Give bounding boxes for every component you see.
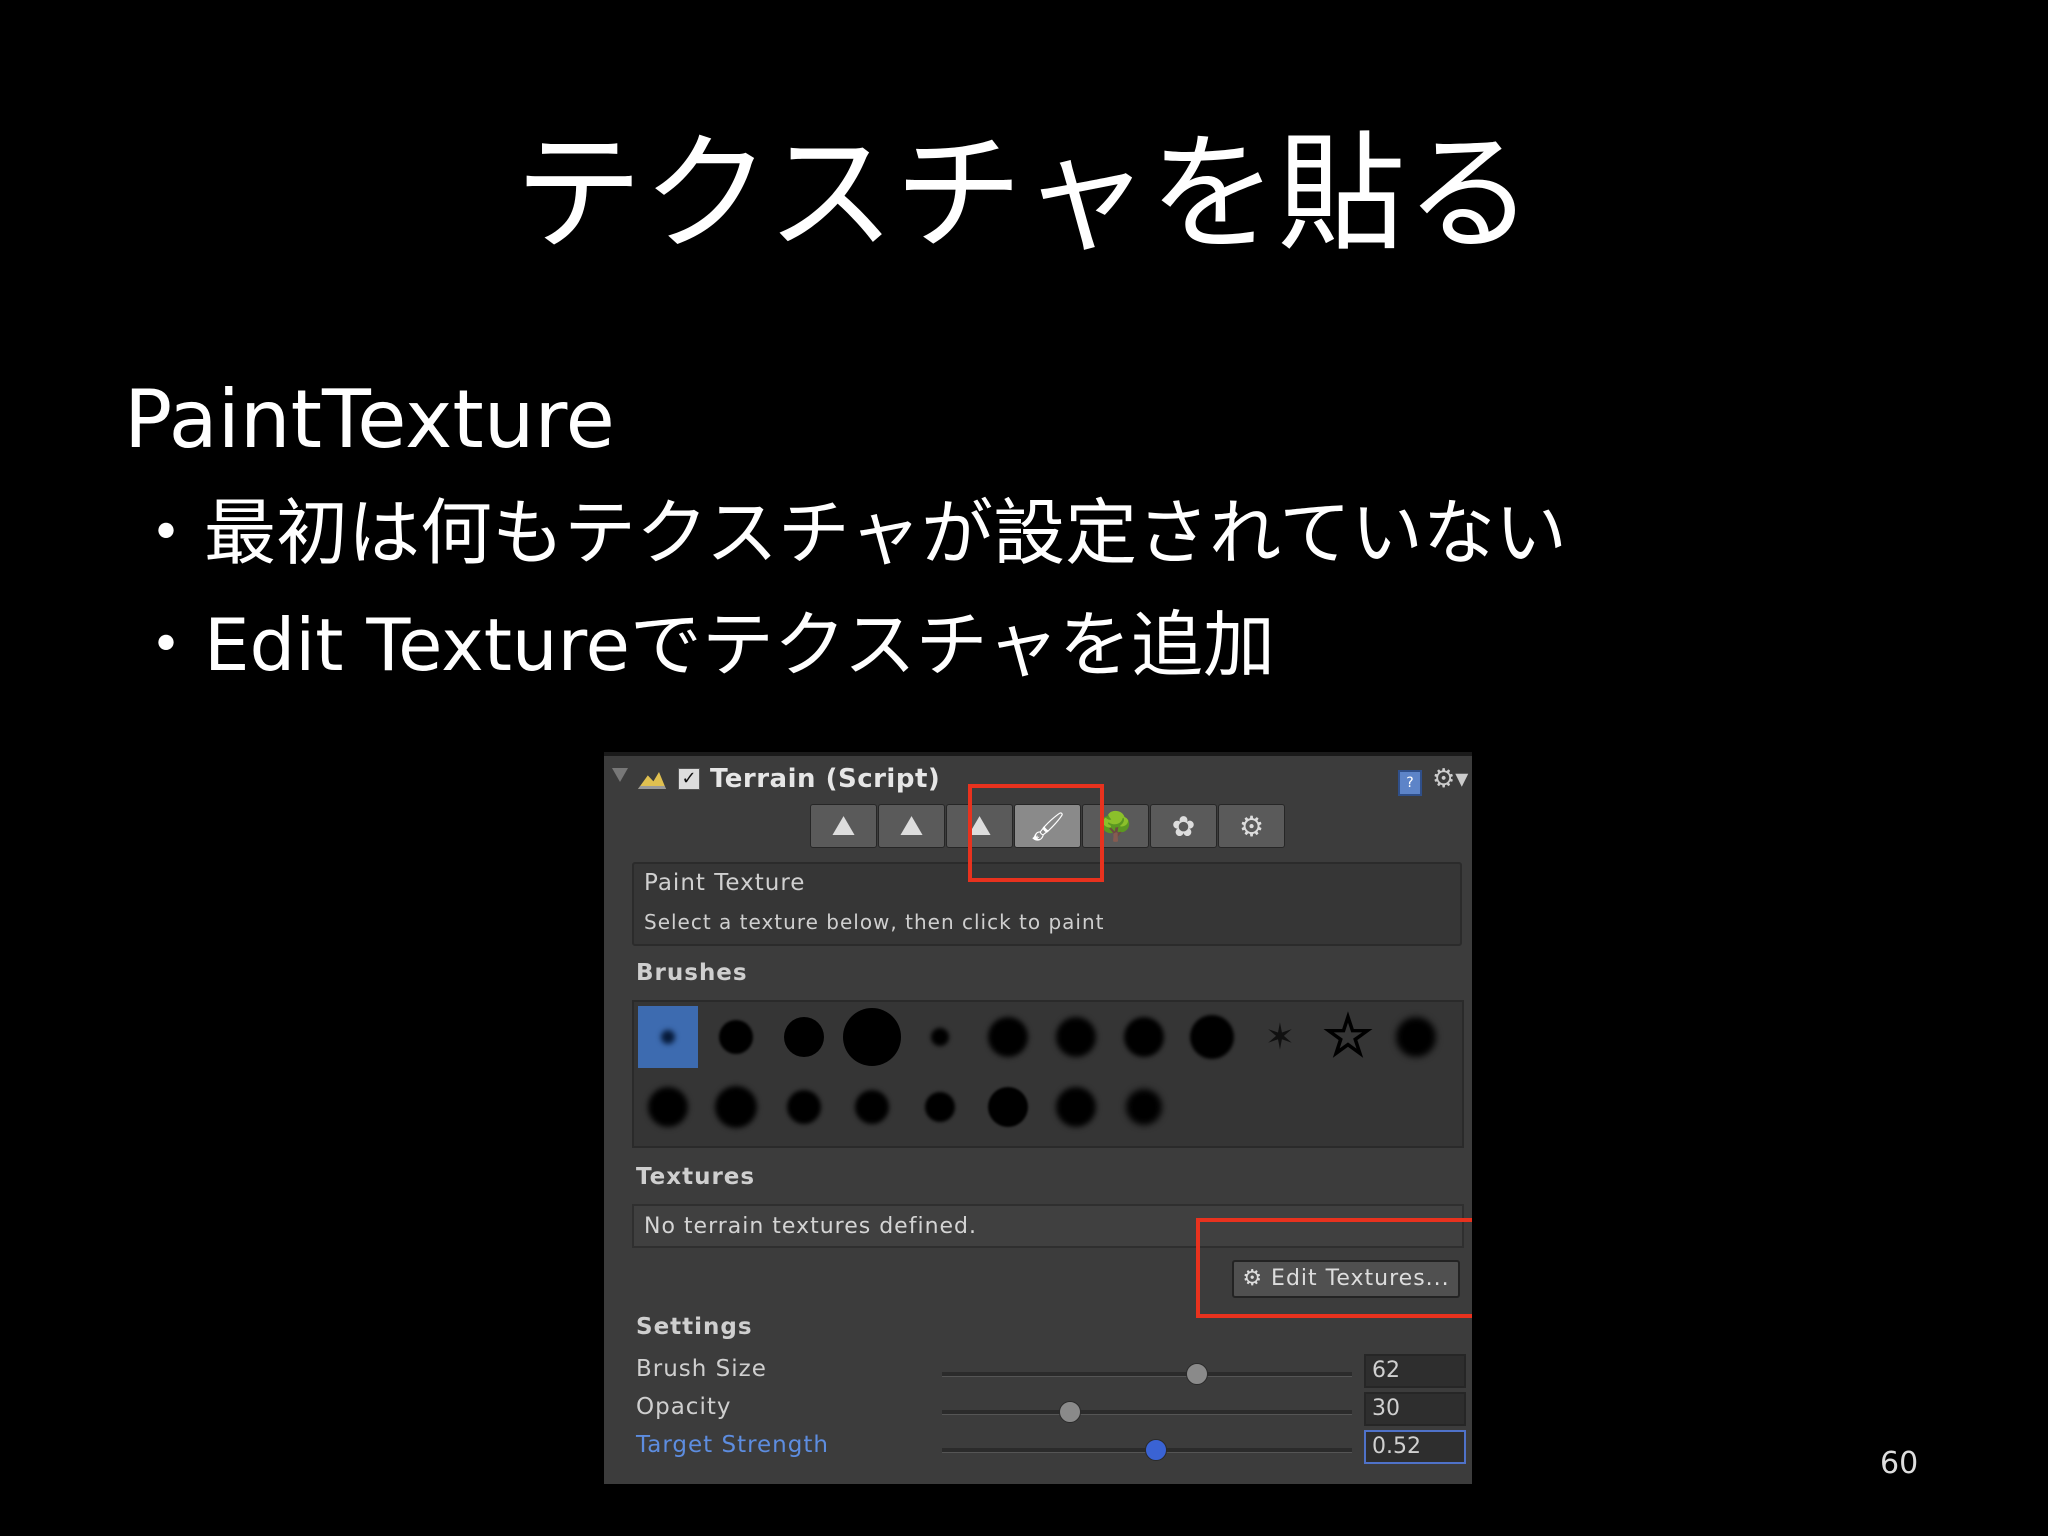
tool-info-hint: Select a texture below, then click to pa… (644, 910, 1105, 934)
brush-option[interactable] (706, 1076, 766, 1138)
brush-option[interactable] (1114, 1076, 1174, 1138)
textures-empty-text: No terrain textures defined. (644, 1214, 978, 1239)
brush-option[interactable]: ☆ (1318, 1006, 1378, 1068)
tool-button-raise-terrain[interactable]: ⛰ (810, 804, 877, 848)
help-icon[interactable]: ? (1398, 770, 1422, 796)
opacity-field[interactable]: 30 (1364, 1392, 1466, 1426)
opacity-label: Opacity (636, 1394, 732, 1420)
brush-shape-icon (931, 1028, 949, 1046)
brush-shape-icon (719, 1020, 753, 1054)
brush-shape-icon (988, 1017, 1028, 1057)
enable-checkbox[interactable]: ✓ (678, 768, 700, 790)
brush-shape-icon (988, 1087, 1028, 1127)
brush-option[interactable] (638, 1076, 698, 1138)
target-strength-field[interactable]: 0.52 (1364, 1430, 1466, 1464)
terrain-settings-icon: ⚙ (1238, 809, 1265, 843)
tool-button-paint-details[interactable]: ✿ (1150, 804, 1217, 848)
brush-option[interactable] (978, 1006, 1038, 1068)
paint-tool-highlight (968, 784, 1104, 882)
component-title: Terrain (Script) (710, 764, 941, 794)
brush-shape-icon (1126, 1089, 1162, 1125)
bullet-text: Edit Textureでテクスチャを追加 (204, 603, 1276, 687)
brush-size-label: Brush Size (636, 1356, 767, 1382)
brush-shape-icon (715, 1086, 757, 1128)
brush-option[interactable] (842, 1006, 902, 1068)
brush-option[interactable] (910, 1006, 970, 1068)
settings-cog-icon[interactable]: ⚙▾ (1432, 764, 1468, 794)
opacity-slider[interactable] (942, 1401, 1352, 1423)
brush-shape-icon (784, 1017, 824, 1057)
brush-option[interactable] (1046, 1076, 1106, 1138)
paint-height-icon: ⛰ (899, 809, 924, 842)
foldout-arrow-icon[interactable] (612, 768, 628, 782)
brush-shape-icon (1396, 1017, 1436, 1057)
brush-shape-icon: ✶ (1264, 1016, 1296, 1058)
section-heading: PaintTexture (124, 373, 615, 466)
brush-shape-icon (787, 1090, 821, 1124)
edit-textures-highlight (1196, 1218, 1472, 1318)
tool-button-paint-height[interactable]: ⛰ (878, 804, 945, 848)
opacity-slider-thumb[interactable] (1059, 1401, 1082, 1423)
bullet-item: ・最初は何もテクスチャが設定されていない (130, 488, 1567, 578)
brush-shape-icon (843, 1008, 901, 1066)
tool-button-terrain-settings[interactable]: ⚙ (1218, 804, 1285, 848)
brush-size-slider-thumb[interactable] (1186, 1363, 1209, 1385)
brush-shape-icon (661, 1030, 675, 1044)
target-strength-slider[interactable] (942, 1439, 1352, 1461)
brush-option[interactable] (774, 1006, 834, 1068)
brush-shape-icon (1056, 1087, 1096, 1127)
brushes-label: Brushes (636, 960, 748, 986)
paint-details-icon: ✿ (1171, 809, 1196, 843)
bullet-item: ・Edit Textureでテクスチャを追加 (130, 600, 1275, 690)
brush-option[interactable] (978, 1076, 1038, 1138)
brush-option[interactable] (1182, 1006, 1242, 1068)
tool-info-title: Paint Texture (644, 870, 806, 896)
brush-shape-icon (925, 1092, 955, 1122)
bullet-marker: ・ (130, 491, 203, 575)
brush-option[interactable] (842, 1076, 902, 1138)
terrain-icon (638, 772, 666, 789)
slide-title: テクスチャを貼る (514, 120, 1534, 269)
brush-shape-icon (855, 1090, 889, 1124)
brush-option[interactable] (910, 1076, 970, 1138)
brush-option[interactable] (706, 1006, 766, 1068)
brush-shape-icon (1190, 1015, 1234, 1059)
brush-grid: ✶ ☆ (632, 1000, 1464, 1148)
target-strength-label: Target Strength (636, 1432, 829, 1458)
brush-option[interactable] (1386, 1006, 1446, 1068)
bullet-marker: ・ (130, 603, 203, 687)
textures-label: Textures (636, 1164, 756, 1190)
brush-option[interactable] (1114, 1006, 1174, 1068)
brush-option[interactable] (1046, 1006, 1106, 1068)
brush-option[interactable] (638, 1006, 698, 1068)
brush-shape-icon: ☆ (1322, 1004, 1374, 1069)
brush-size-slider[interactable] (942, 1363, 1352, 1385)
target-strength-slider-thumb[interactable] (1145, 1439, 1168, 1461)
target-strength-row: Target Strength 0.52 (636, 1430, 1466, 1466)
opacity-row: Opacity 30 (636, 1392, 1466, 1428)
settings-label: Settings (636, 1314, 753, 1340)
raise-terrain-icon: ⛰ (831, 809, 856, 842)
terrain-inspector-panel: ✓ Terrain (Script) ? ⚙▾ ⛰ ⛰ ⛰ 🖌 🌳 ✿ ⚙ Paint Te… (604, 752, 1472, 1484)
brush-shape-icon (1124, 1017, 1164, 1057)
brush-size-field[interactable]: 62 (1364, 1354, 1466, 1388)
brush-size-row: Brush Size 62 (636, 1354, 1466, 1390)
brush-shape-icon (648, 1087, 688, 1127)
brush-option[interactable] (774, 1076, 834, 1138)
brush-shape-icon (1056, 1017, 1096, 1057)
bullet-text: 最初は何もテクスチャが設定されていない (204, 491, 1567, 575)
page-number: 60 (1880, 1446, 1919, 1481)
brush-option[interactable]: ✶ (1250, 1006, 1310, 1068)
